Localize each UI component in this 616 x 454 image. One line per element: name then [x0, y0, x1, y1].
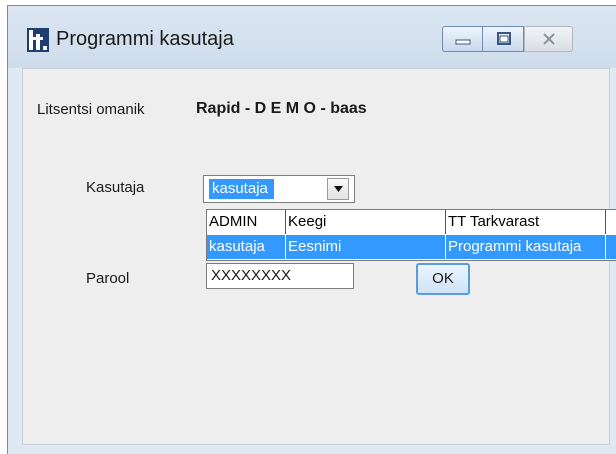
user-selected-value: kasutaja	[209, 179, 274, 199]
close-icon	[543, 33, 555, 45]
maximize-button[interactable]	[482, 26, 524, 52]
license-label: Litsentsi omanik	[37, 101, 145, 118]
window-title: Programmi kasutaja	[56, 28, 234, 50]
password-field[interactable]: XXXXXXXX	[206, 263, 354, 289]
user-dropdown-list[interactable]: ADMIN Keegi TT Tarkvarast kasutaja Eesni…	[206, 209, 616, 261]
license-value: Rapid - D E M O - baas	[196, 100, 367, 117]
maximize-icon	[497, 32, 511, 45]
chevron-down-icon	[334, 186, 343, 192]
dialog-body: Litsentsi omanik Rapid - D E M O - baas …	[22, 68, 616, 445]
list-item[interactable]: ADMIN Keegi TT Tarkvarast	[207, 210, 616, 234]
password-label: Parool	[86, 270, 130, 287]
list-cell-description: TT Tarkvarast	[446, 210, 606, 234]
list-cell-username: kasutaja	[207, 235, 286, 259]
list-cell-description: Programmi kasutaja	[446, 235, 606, 259]
user-dropdown-button[interactable]	[327, 178, 349, 200]
title-bar[interactable]: Programmi kasutaja	[8, 6, 616, 68]
list-cell-firstname: Keegi	[286, 210, 446, 234]
dialog-window: Programmi kasutaja Litsentsi omanik Rapi…	[7, 5, 616, 454]
user-label: Kasutaja	[86, 179, 145, 196]
list-item-selected[interactable]: kasutaja Eesnimi Programmi kasutaja	[207, 235, 616, 259]
user-combobox[interactable]: kasutaja	[203, 175, 355, 203]
minimize-icon	[455, 39, 471, 45]
close-button[interactable]	[524, 26, 573, 52]
app-logo-icon	[27, 28, 49, 52]
minimize-button[interactable]	[442, 26, 482, 52]
list-cell-firstname: Eesnimi	[286, 235, 446, 259]
ok-button[interactable]: OK	[416, 263, 470, 295]
list-cell-username: ADMIN	[207, 210, 286, 234]
